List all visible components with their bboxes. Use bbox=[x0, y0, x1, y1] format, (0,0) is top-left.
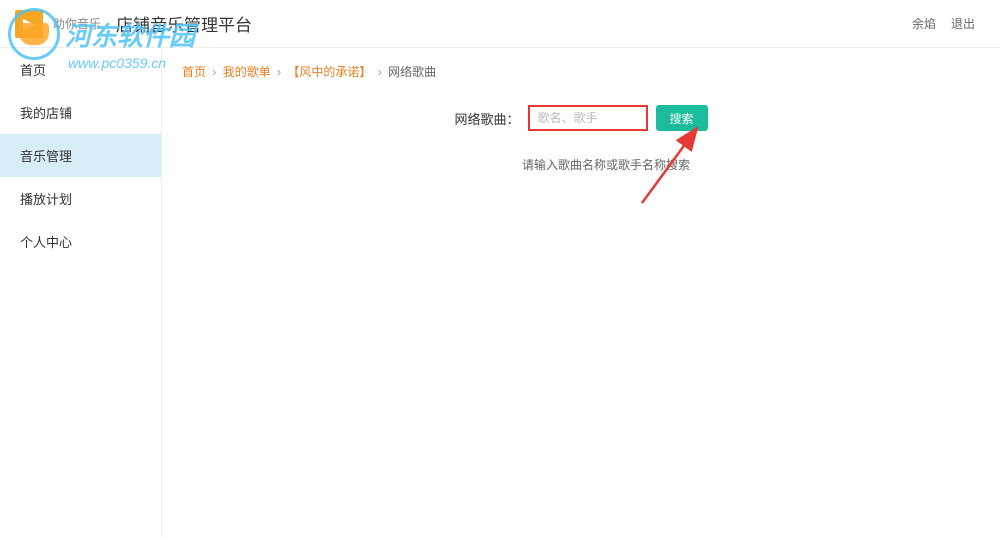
brand-text: 助你音乐 bbox=[53, 15, 101, 32]
breadcrumb-album[interactable]: 【风中的承诺】 bbox=[287, 65, 371, 79]
sidebar-item-schedule[interactable]: 播放计划 bbox=[0, 177, 161, 220]
breadcrumb-separator: › bbox=[212, 65, 216, 79]
sidebar-item-stores[interactable]: 我的店铺 bbox=[0, 91, 161, 134]
breadcrumb-playlist[interactable]: 我的歌单 bbox=[223, 65, 271, 79]
app-title: 店铺音乐管理平台 bbox=[116, 11, 252, 36]
search-section: 网络歌曲： 搜索 bbox=[182, 105, 980, 131]
hint-text: 请输入歌曲名称或歌手名称搜索 bbox=[232, 156, 980, 173]
sidebar-item-music[interactable]: 音乐管理 bbox=[0, 134, 161, 177]
header-right: 余焰 退出 bbox=[912, 15, 975, 32]
sidebar-item-label: 我的店铺 bbox=[20, 106, 72, 121]
sidebar-item-label: 首页 bbox=[20, 63, 46, 78]
sidebar-item-label: 个人中心 bbox=[20, 235, 72, 250]
container: 首页 我的店铺 音乐管理 播放计划 个人中心 首页 › 我的歌单 › 【风中的承… bbox=[0, 48, 1000, 537]
search-input[interactable] bbox=[528, 105, 648, 131]
sidebar-item-label: 音乐管理 bbox=[20, 149, 72, 164]
sidebar-item-label: 播放计划 bbox=[20, 192, 72, 207]
breadcrumb: 首页 › 我的歌单 › 【风中的承诺】 › 网络歌曲 bbox=[182, 63, 980, 80]
logo-icon: ▶ bbox=[15, 10, 43, 38]
search-button[interactable]: 搜索 bbox=[656, 105, 708, 131]
logout-link[interactable]: 退出 bbox=[951, 15, 975, 32]
breadcrumb-separator: › bbox=[378, 65, 382, 79]
sidebar: 首页 我的店铺 音乐管理 播放计划 个人中心 bbox=[0, 48, 162, 537]
search-label: 网络歌曲： bbox=[454, 109, 519, 128]
main-content: 首页 › 我的歌单 › 【风中的承诺】 › 网络歌曲 网络歌曲： 搜索 请输入歌… bbox=[162, 48, 1000, 537]
breadcrumb-current: 网络歌曲 bbox=[388, 65, 436, 79]
breadcrumb-separator: › bbox=[277, 65, 281, 79]
user-name[interactable]: 余焰 bbox=[912, 15, 936, 32]
header-left: ▶ 助你音乐 店铺音乐管理平台 bbox=[15, 10, 252, 38]
header: ▶ 助你音乐 店铺音乐管理平台 余焰 退出 bbox=[0, 0, 1000, 48]
sidebar-item-profile[interactable]: 个人中心 bbox=[0, 220, 161, 263]
sidebar-item-home[interactable]: 首页 bbox=[0, 48, 161, 91]
breadcrumb-home[interactable]: 首页 bbox=[182, 65, 206, 79]
